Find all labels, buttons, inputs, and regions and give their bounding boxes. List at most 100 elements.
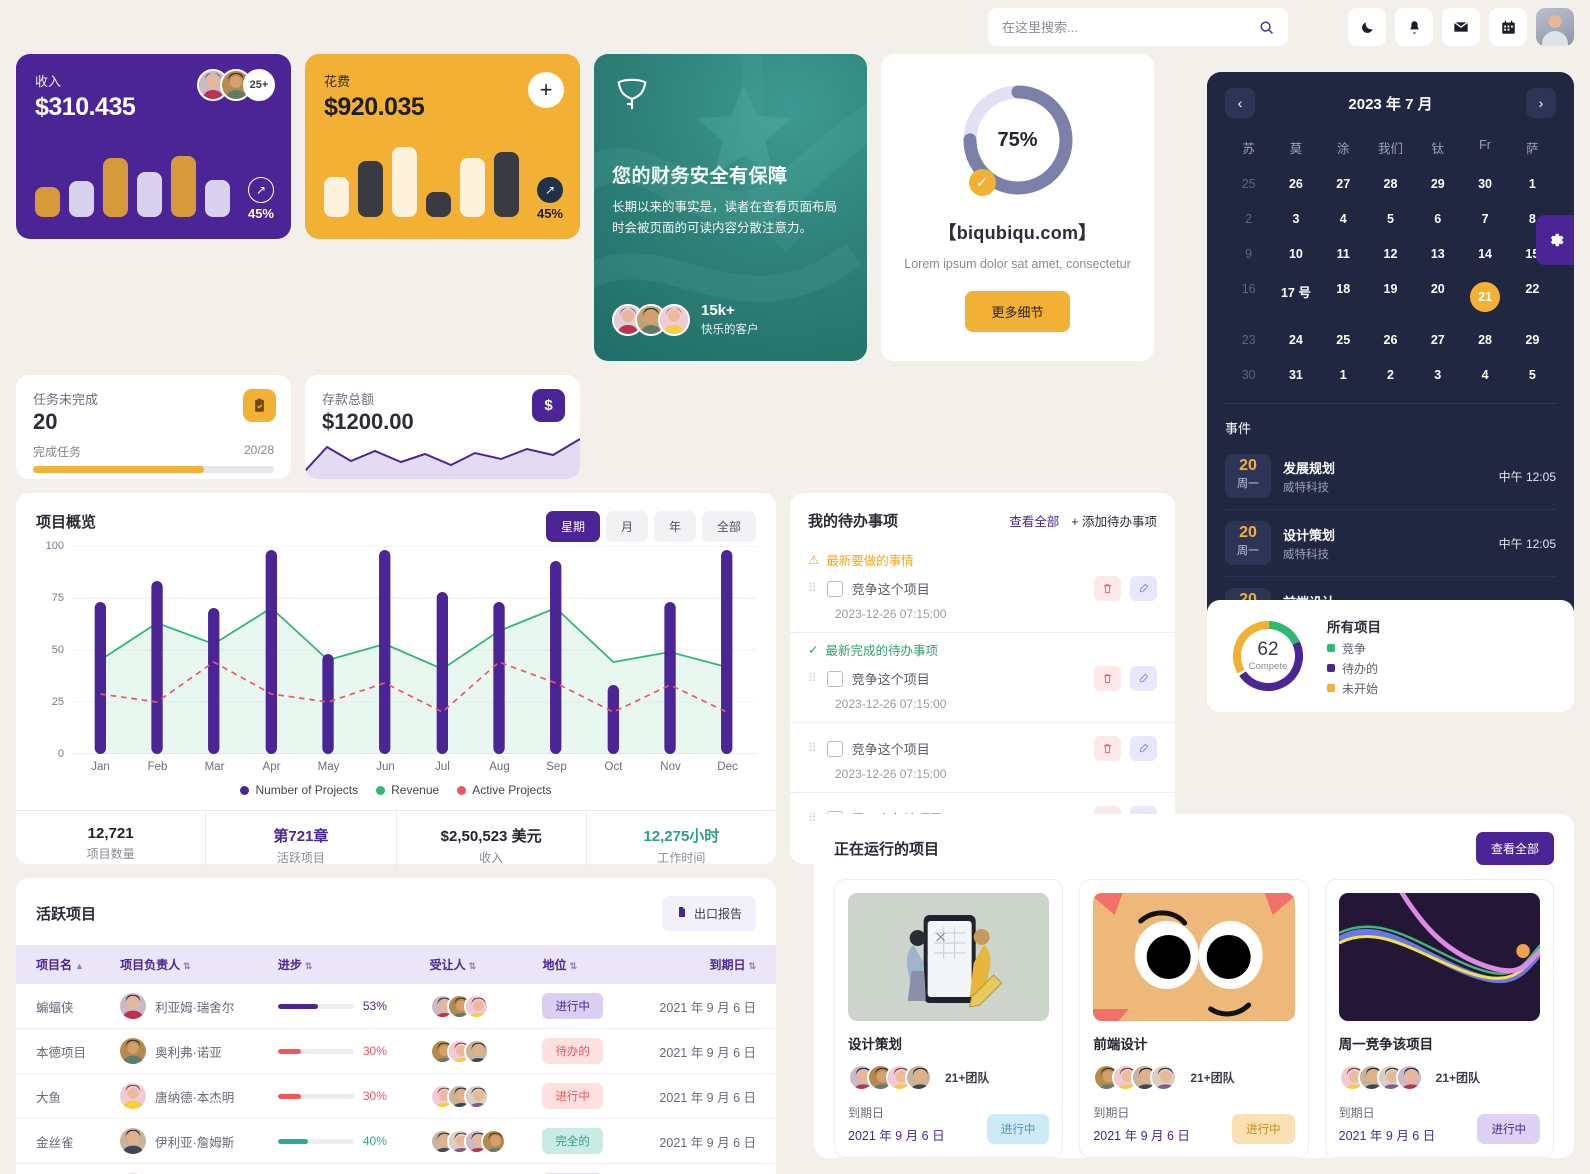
project-card[interactable]: 设计策划 21+团队 到期日 2021 年 9 月 6 日 进行中 (834, 879, 1064, 1158)
calendar-day[interactable]: 26 (1367, 324, 1414, 356)
legend-item[interactable]: Number of Projects (240, 783, 358, 797)
project-card[interactable]: 前端设计 21+团队 到期日 2021 年 9 月 6 日 进行中 (1079, 879, 1309, 1158)
calendar-day[interactable]: 18 (1320, 273, 1367, 321)
calendar-day[interactable]: 4 (1320, 203, 1367, 235)
calendar-day[interactable]: 29 (1414, 168, 1461, 200)
calendar-day[interactable]: 2 (1225, 203, 1272, 235)
legend-item[interactable]: Active Projects (457, 783, 552, 797)
add-todo-button[interactable]: + 添加待办事项 (1071, 511, 1157, 530)
calendar-day[interactable]: 22 (1509, 273, 1556, 321)
calendar-day[interactable]: 26 (1272, 168, 1319, 200)
calendar-day[interactable]: 30 (1461, 168, 1508, 200)
column-header-project[interactable]: 项目名 ▲ (16, 945, 111, 984)
avatar-group[interactable] (429, 1128, 523, 1154)
calendar-day[interactable]: 23 (1225, 324, 1272, 356)
edit-icon[interactable] (1130, 666, 1157, 691)
prev-month-button[interactable]: ‹ (1225, 88, 1255, 118)
search-input[interactable] (1002, 19, 1251, 35)
drag-handle-icon[interactable]: ⠿ (808, 672, 818, 684)
table-row[interactable]: 金丝雀 伊利亚·詹姆斯 40% 完全的 2021 年 9 月 6 日 (16, 1118, 776, 1164)
calendar-day[interactable]: 5 (1509, 359, 1556, 391)
tab-month[interactable]: 月 (605, 511, 648, 542)
calendar-day[interactable]: 7 (1461, 203, 1508, 235)
calendar-day[interactable]: 29 (1509, 324, 1556, 356)
edit-icon[interactable] (1130, 576, 1157, 601)
calendar-day[interactable]: 9 (1225, 238, 1272, 270)
calendar-day[interactable]: 28 (1367, 168, 1414, 200)
calendar-day[interactable]: 14 (1461, 238, 1508, 270)
calendar-day[interactable]: 3 (1414, 359, 1461, 391)
column-header-assignee[interactable]: 受让人 ⇅ (419, 945, 533, 984)
avatar-group[interactable] (1338, 1064, 1423, 1091)
revenue-avatar-group[interactable]: 25+ (197, 69, 275, 101)
avatar[interactable] (1536, 8, 1574, 46)
calendar-day[interactable]: 21 (1461, 273, 1508, 321)
next-month-button[interactable]: › (1526, 88, 1556, 118)
search-box[interactable] (988, 8, 1288, 46)
column-header-owner[interactable]: 项目负责人 ⇅ (110, 945, 268, 984)
calendar-day[interactable]: 12 (1367, 238, 1414, 270)
calendar-day[interactable]: 19 (1367, 273, 1414, 321)
event-item[interactable]: 20 周一 设计策划 威特科技 中午 12:05 (1225, 510, 1556, 577)
calendar-day[interactable]: 5 (1367, 203, 1414, 235)
table-row[interactable]: 卡萨诺瓦威廉·里舍尔53% 进行中2021 年 9 月 6 日 (16, 1163, 776, 1174)
event-item[interactable]: 20 周一 发展规划 威特科技 中午 12:05 (1225, 443, 1556, 510)
table-row[interactable]: 蝙蝠侠 利亚姆·瑞舍尔 53% 进行中 2021 年 9 月 6 日 (16, 984, 776, 1029)
todo-checkbox[interactable] (826, 580, 843, 597)
avatar-group[interactable] (848, 1064, 932, 1091)
calendar-day[interactable]: 25 (1320, 324, 1367, 356)
add-expense-button[interactable]: + (528, 72, 564, 108)
calendar-day[interactable]: 4 (1461, 359, 1508, 391)
avatar-group[interactable] (429, 993, 523, 1019)
calendar-day[interactable]: 10 (1272, 238, 1319, 270)
calendar-day[interactable]: 27 (1320, 168, 1367, 200)
calendar-day[interactable]: 1 (1320, 359, 1367, 391)
calendar-day[interactable]: 3 (1272, 203, 1319, 235)
calendar-day[interactable]: 25 (1225, 168, 1272, 200)
delete-icon[interactable] (1094, 736, 1121, 761)
calendar-day[interactable]: 27 (1414, 324, 1461, 356)
tab-week[interactable]: 星期 (545, 511, 600, 542)
more-details-button[interactable]: 更多细节 (965, 291, 1070, 333)
calendar-day[interactable]: 6 (1414, 203, 1461, 235)
calendar-day[interactable]: 17 号 (1272, 273, 1319, 321)
table-row[interactable]: 本德项目 奥利弗·诺亚 30% 待办的 2021 年 9 月 6 日 (16, 1028, 776, 1074)
avatar-group[interactable] (1093, 1064, 1178, 1091)
column-header-due[interactable]: 到期日 ⇅ (627, 945, 776, 984)
calendar-day[interactable]: 20 (1414, 273, 1461, 321)
todo-checkbox[interactable] (826, 740, 843, 757)
moon-icon[interactable] (1348, 8, 1386, 46)
avatar-group[interactable] (429, 1038, 523, 1064)
column-header-progress[interactable]: 进步 ⇅ (267, 945, 420, 984)
calendar-day[interactable]: 2 (1367, 359, 1414, 391)
calendar-day[interactable]: 30 (1225, 359, 1272, 391)
calendar-day[interactable]: 24 (1272, 324, 1319, 356)
calendar-day[interactable]: 31 (1272, 359, 1319, 391)
edit-icon[interactable] (1130, 736, 1157, 761)
avatar-group[interactable] (429, 1083, 523, 1109)
calendar-icon[interactable] (1489, 8, 1527, 46)
calendar-day[interactable]: 28 (1461, 324, 1508, 356)
see-all-button[interactable]: 查看全部 (1475, 832, 1554, 865)
export-report-button[interactable]: 出口报告 (661, 896, 756, 931)
drag-handle-icon[interactable]: ⠿ (808, 582, 818, 594)
mail-icon[interactable] (1442, 8, 1480, 46)
drag-handle-icon[interactable]: ⠿ (808, 742, 818, 754)
tab-all[interactable]: 全部 (701, 511, 756, 542)
delete-icon[interactable] (1094, 576, 1121, 601)
delete-icon[interactable] (1094, 666, 1121, 691)
search-icon[interactable] (1259, 20, 1274, 35)
table-row[interactable]: 大鱼 唐纳德·本杰明 30% 进行中 2021 年 9 月 6 日 (16, 1073, 776, 1119)
calendar-day[interactable]: 1 (1509, 168, 1556, 200)
project-card[interactable]: 周一竞争该项目 21+团队 到期日 2021 年 9 月 6 日 进行中 (1324, 879, 1554, 1158)
column-header-status[interactable]: 地位 ⇅ (532, 945, 628, 984)
calendar-day[interactable]: 16 (1225, 273, 1272, 321)
view-all-link[interactable]: 查看全部 (1009, 511, 1059, 530)
todo-checkbox[interactable] (826, 670, 843, 687)
legend-item[interactable]: Revenue (376, 783, 439, 797)
tab-year[interactable]: 年 (653, 511, 696, 542)
calendar-day[interactable]: 13 (1414, 238, 1461, 270)
bell-icon[interactable] (1395, 8, 1433, 46)
calendar-day[interactable]: 11 (1320, 238, 1367, 270)
gear-icon[interactable] (1536, 215, 1574, 265)
